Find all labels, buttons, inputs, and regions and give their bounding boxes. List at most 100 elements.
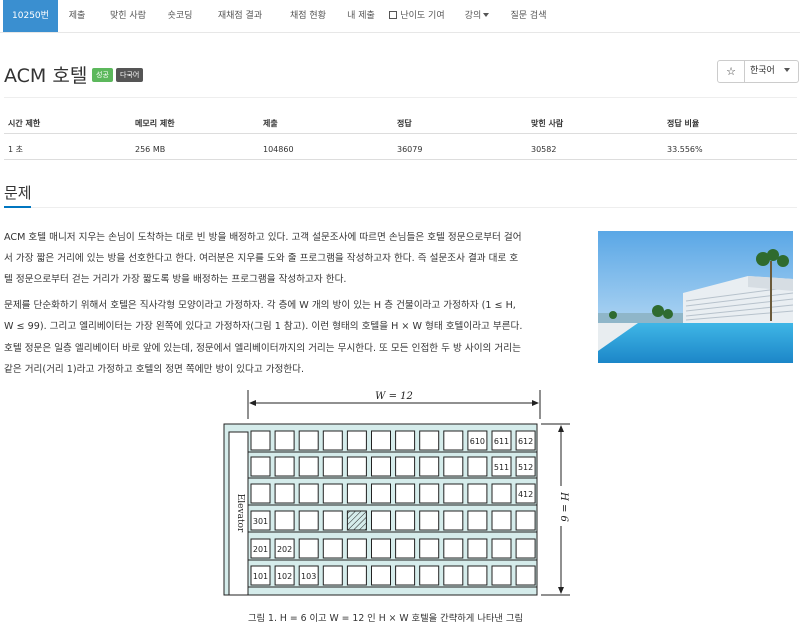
room-105 (346, 565, 367, 586)
hotel-photo (598, 231, 793, 363)
problem-text-line: 호텔 정문은 일층 엘리베이터 바로 앞에 있는데, 정문에서 엘리베이터까지의… (4, 343, 521, 354)
tab-label: 맞힌 사람 (110, 11, 146, 21)
problem-text-line: W ≤ 99). 그리고 엘리베이터는 가장 왼쪽에 있다고 가정하자(그림 1… (4, 321, 523, 332)
tab-rejudge-results[interactable]: 재채점 결과 (207, 0, 273, 32)
room-505 (346, 456, 367, 477)
room-number: 101 (253, 572, 268, 581)
tab-label: 숏코딩 (167, 11, 193, 21)
tab-short-coding[interactable]: 숏코딩 (160, 0, 200, 32)
room-306 (371, 510, 391, 531)
room-601 (250, 430, 271, 451)
room-203 (298, 538, 319, 559)
room-605 (346, 430, 367, 451)
tab-label: 채점 현황 (290, 11, 326, 21)
room-209 (443, 538, 464, 559)
room-410 (467, 483, 488, 504)
header-solved-users: 맞힌 사람 (531, 119, 564, 128)
header-submissions: 제출 (263, 119, 278, 128)
room-404 (322, 483, 343, 504)
room-603 (298, 430, 319, 451)
room-506 (371, 456, 391, 477)
caret-down-icon (783, 68, 790, 72)
star-icon: ☆ (726, 65, 736, 78)
tab-label: 제출 (68, 11, 86, 21)
room-number: 201 (253, 545, 268, 554)
room-501 (250, 456, 271, 477)
problem-info-table: 시간 제한 메모리 제한 제출 정답 맞힌 사람 정답 비율 1 초 256 M… (4, 113, 797, 160)
room-311 (491, 510, 512, 531)
height-label: H = 6 (558, 491, 569, 522)
caret-down-icon (483, 13, 490, 17)
room-607 (395, 430, 416, 451)
room-503 (298, 456, 319, 477)
room-number: 103 (301, 572, 316, 581)
room-309 (443, 510, 464, 531)
room-number: 512 (518, 463, 533, 472)
room-609 (443, 430, 464, 451)
room-206 (371, 538, 391, 559)
room-208 (419, 538, 440, 559)
room-407 (395, 483, 416, 504)
room-207 (395, 538, 416, 559)
room-403 (298, 483, 319, 504)
table-header-row: 시간 제한 메모리 제한 제출 정답 맞힌 사람 정답 비율 (4, 113, 797, 134)
room-number: 301 (253, 517, 268, 526)
divider (4, 97, 797, 98)
room-604 (322, 430, 343, 451)
room-302 (274, 510, 295, 531)
value-accept-ratio: 33.556% (667, 145, 703, 154)
table-row: 1 초 256 MB 104860 36079 30582 33.556% (4, 139, 797, 160)
header-memory-limit: 메모리 제한 (135, 119, 175, 128)
tab-label: 재채점 결과 (217, 11, 263, 21)
problem-text-line: ACM 호텔 매니저 지우는 손님이 도착하는 대로 빈 방을 배정하고 있다.… (4, 232, 522, 243)
value-submissions: 104860 (263, 145, 294, 154)
language-label: 한국어 (750, 66, 775, 76)
width-label: W = 12 (375, 391, 413, 402)
star-button[interactable]: ☆ (718, 61, 745, 82)
tab-label: 난이도 기여 (400, 11, 445, 21)
tab-my-submissions[interactable]: 내 제출 (340, 0, 382, 32)
room-number: 102 (277, 572, 292, 581)
header-accepted: 정답 (397, 119, 412, 128)
room-number: 612 (518, 437, 533, 446)
room-110 (467, 565, 488, 586)
figure-caption: 그림 1. H = 6 이고 W = 12 인 H × W 호텔을 간략하게 나… (248, 613, 524, 624)
tab-solved-users[interactable]: 맞힌 사람 (100, 0, 156, 32)
room-number: 511 (494, 463, 509, 472)
room-308 (419, 510, 440, 531)
tab-label: 강의 (464, 11, 482, 21)
room-409 (443, 483, 464, 504)
room-402 (274, 483, 295, 504)
room-509 (443, 456, 464, 477)
problem-text-line: 같은 거리(거리 1)라고 가정하고 호텔의 정면 쪽에만 방이 있다고 가정한… (4, 364, 305, 375)
room-112 (515, 565, 536, 586)
value-time-limit: 1 초 (8, 145, 23, 154)
room-507 (395, 456, 416, 477)
room-106 (371, 565, 391, 586)
hotel-diagram: W = 12 Elevator H = 6 610 611 612 511 512 412… (220, 386, 580, 602)
tab-submit[interactable]: 제출 (60, 0, 94, 32)
tab-question-search[interactable]: 질문 검색 (506, 0, 551, 32)
value-solved-users: 30582 (531, 145, 557, 154)
room-occupied (346, 510, 367, 531)
room-212 (515, 538, 536, 559)
room-602 (274, 430, 295, 451)
tab-status[interactable]: 채점 현황 (279, 0, 337, 32)
problem-actions: ☆ 한국어 (717, 60, 799, 83)
tab-problem-number[interactable]: 10250번 (3, 0, 58, 32)
room-108 (419, 565, 440, 586)
value-memory-limit: 256 MB (135, 145, 166, 154)
room-406 (371, 483, 391, 504)
room-109 (443, 565, 464, 586)
room-408 (419, 483, 440, 504)
tab-difficulty-contribution[interactable]: 난이도 기여 (385, 0, 449, 32)
status-badge-success: 성공 (92, 68, 113, 82)
room-510 (467, 456, 488, 477)
tab-lectures[interactable]: 강의 (461, 0, 493, 32)
room-411 (491, 483, 512, 504)
value-accepted: 36079 (397, 145, 423, 154)
elevator-label: Elevator (235, 494, 245, 533)
room-508 (419, 456, 440, 477)
divider (4, 207, 797, 208)
language-dropdown[interactable]: 한국어 (745, 61, 798, 82)
